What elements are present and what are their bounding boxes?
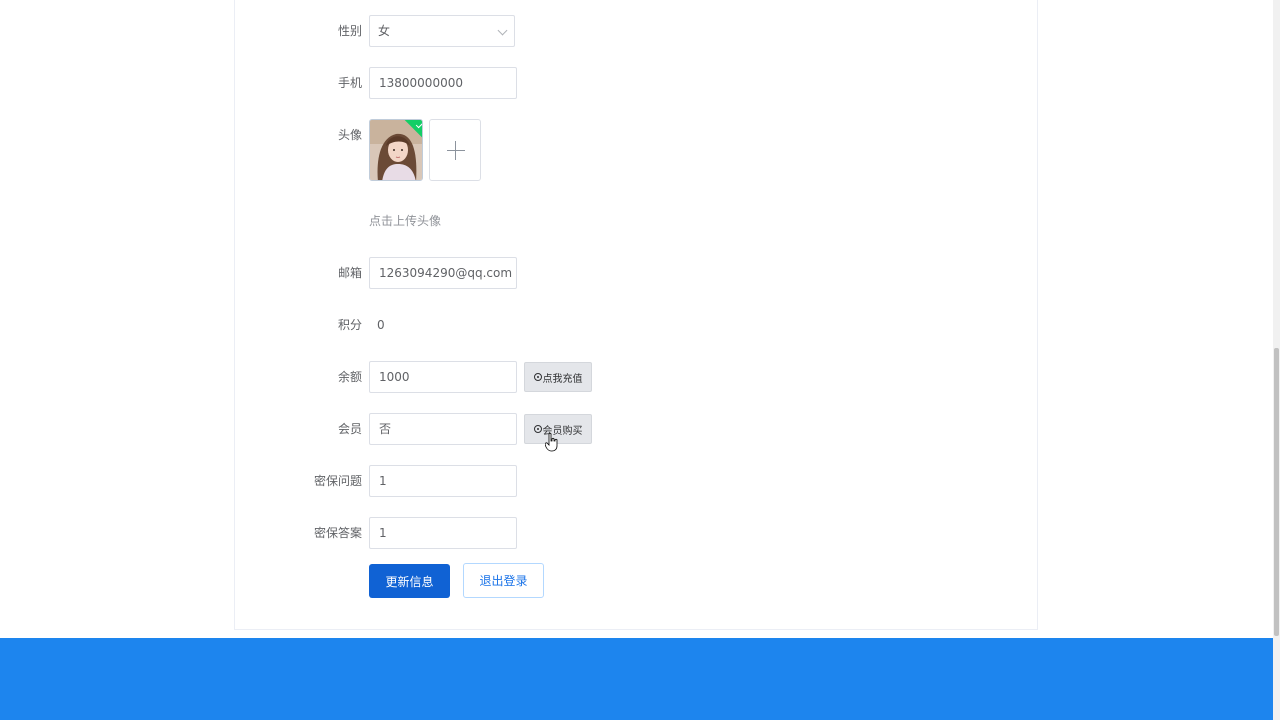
gender-label: 性别 [337,24,362,38]
security-question-label: 密保问题 [313,474,362,488]
gender-select-value: 女 [378,24,391,38]
security-answer-input[interactable]: 1 [369,517,517,549]
points-value: 0 [377,318,385,332]
hand-cursor-icon [545,433,558,452]
logout-button[interactable]: 退出登录 [463,563,544,598]
page-footer [0,638,1273,720]
phone-label: 手机 [337,76,362,90]
plus-icon-vertical [455,141,456,160]
member-input[interactable]: 否 [369,413,517,445]
profile-page: 性别 女 手机 13800000000 头像 点击上传头像 邮箱 1263094… [0,0,1280,720]
gender-select[interactable]: 女 [369,15,515,47]
radio-dot-icon [533,425,542,433]
security-question-input[interactable]: 1 [369,465,517,497]
chevron-down-icon [497,25,508,36]
scrollbar-thumb[interactable] [1274,348,1279,636]
security-answer-label: 密保答案 [313,526,362,540]
avatar-upload-hint[interactable]: 点击上传头像 [369,212,441,230]
avatar-label: 头像 [337,128,362,142]
recharge-button-label: 点我充值 [542,373,583,385]
update-info-button[interactable]: 更新信息 [369,564,450,598]
recharge-button[interactable]: 点我充值 [524,362,592,392]
points-label: 积分 [337,318,362,332]
balance-label: 余额 [337,370,362,384]
email-input[interactable]: 1263094290@qq.com [369,257,517,289]
member-label: 会员 [337,422,362,436]
balance-input[interactable]: 1000 [369,361,517,393]
avatar-upload-button[interactable] [429,119,481,181]
phone-input[interactable]: 13800000000 [369,67,517,99]
email-label: 邮箱 [337,266,362,280]
plus-icon [447,150,465,151]
avatar-image[interactable] [369,119,423,181]
radio-dot-icon [533,373,542,381]
